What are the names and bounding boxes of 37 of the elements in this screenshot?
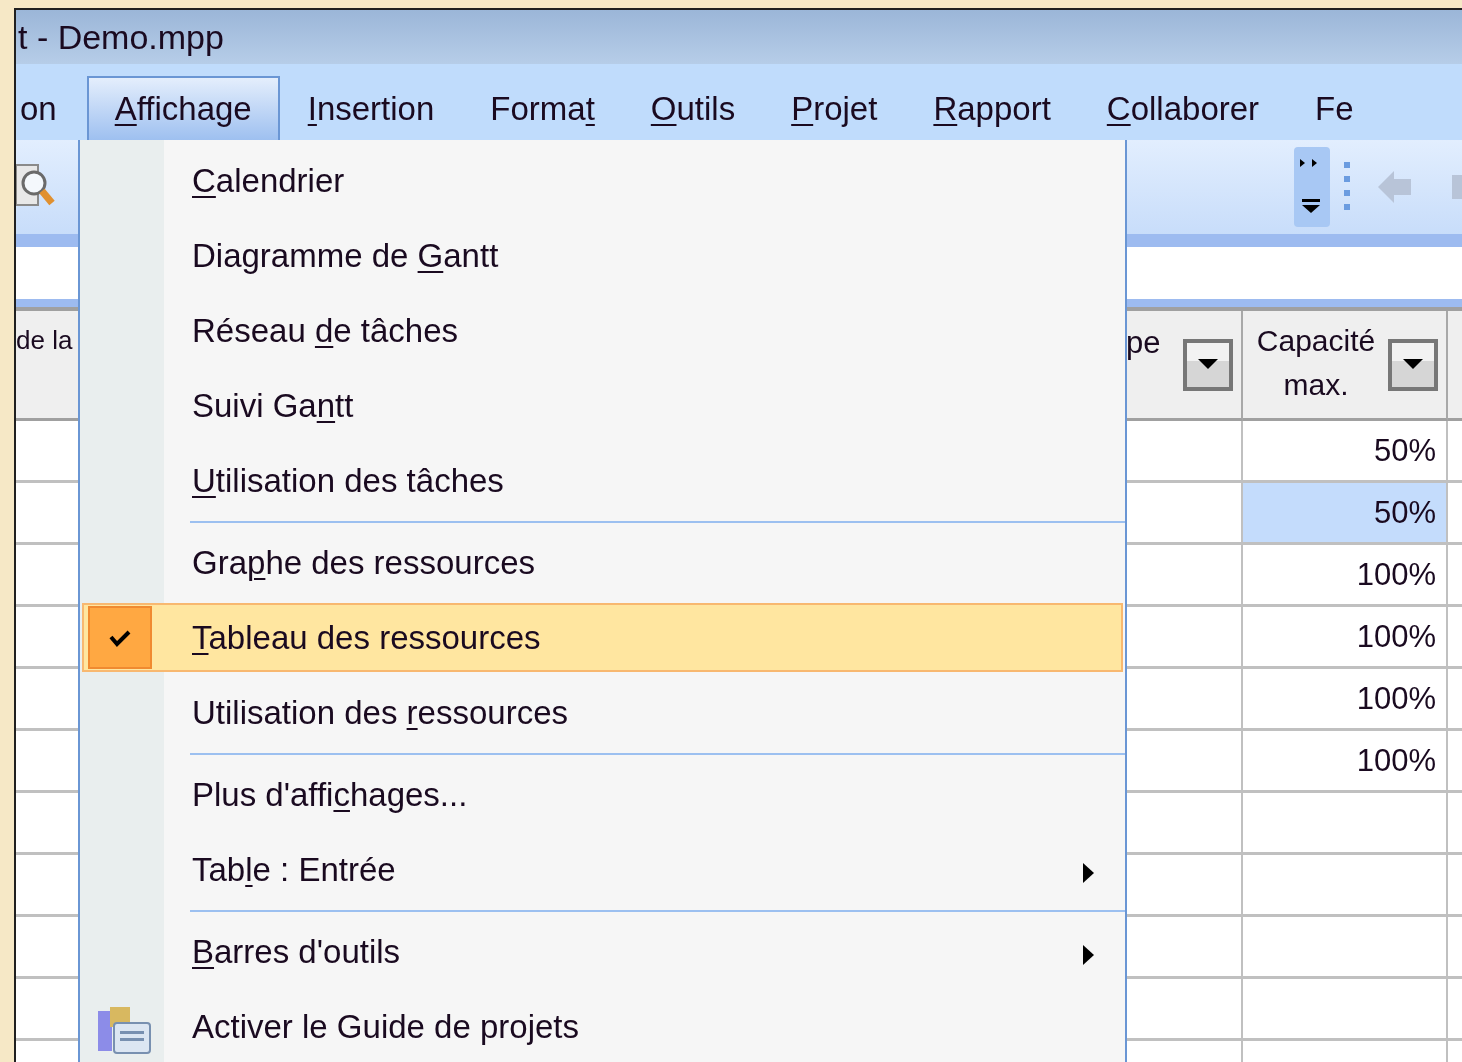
menu-item[interactable]: Graphe des ressources — [82, 525, 1123, 600]
table-cell: 100% — [1243, 731, 1448, 793]
table-cell: 100% — [1243, 669, 1448, 731]
menu-bar-item[interactable]: Insertion — [279, 76, 463, 140]
menu-item[interactable]: Réseau de tâches — [82, 293, 1123, 368]
menu-item[interactable]: Calendrier — [82, 143, 1123, 218]
menu-item[interactable]: Plus d'affichages... — [82, 757, 1123, 832]
menu-item[interactable]: Activer le Guide de projets — [82, 989, 1123, 1062]
table-cell: 50% — [1243, 483, 1448, 545]
menu-item[interactable]: Tableau des ressources — [82, 603, 1123, 672]
menu-bar-item[interactable]: Outils — [622, 76, 764, 140]
column-header: Capacité max. — [1255, 323, 1377, 403]
menu-item[interactable]: Table : Entrée — [82, 832, 1123, 907]
menu-item[interactable]: Utilisation des tâches — [82, 443, 1123, 518]
clipboard-icon — [96, 1005, 152, 1055]
menu-bar-item[interactable]: on — [16, 76, 87, 140]
column-header: pe — [1126, 325, 1161, 361]
menu-item[interactable]: Barres d'outils — [82, 914, 1123, 989]
menu-bar-item[interactable]: Affichage — [86, 76, 280, 140]
menu-item[interactable]: Diagramme de Gantt — [82, 218, 1123, 293]
toolbar-options-icon[interactable] — [1294, 147, 1330, 227]
window-title: t - Demo.mpp — [18, 17, 224, 57]
dropdown-button[interactable] — [1183, 339, 1233, 391]
grip-icon[interactable] — [1344, 162, 1352, 212]
dropdown-button[interactable] — [1388, 339, 1438, 391]
caret-icon — [1198, 359, 1218, 369]
menu-bar-item[interactable]: Format — [462, 76, 623, 140]
menu-bar-item[interactable]: Rapport — [905, 76, 1079, 140]
column-header: de la — [16, 325, 73, 356]
menu-bar-item[interactable]: Fe — [1287, 76, 1382, 140]
menu-bar-item[interactable]: Collaborer — [1078, 76, 1288, 140]
menu-bar-item[interactable]: Projet — [763, 76, 906, 140]
menu-item[interactable]: Suivi Gantt — [82, 368, 1123, 443]
table-cell: 100% — [1243, 545, 1448, 607]
caret-icon — [1403, 359, 1423, 369]
menu-item[interactable]: Utilisation des ressources — [82, 675, 1123, 750]
table-cell: 100% — [1243, 607, 1448, 669]
